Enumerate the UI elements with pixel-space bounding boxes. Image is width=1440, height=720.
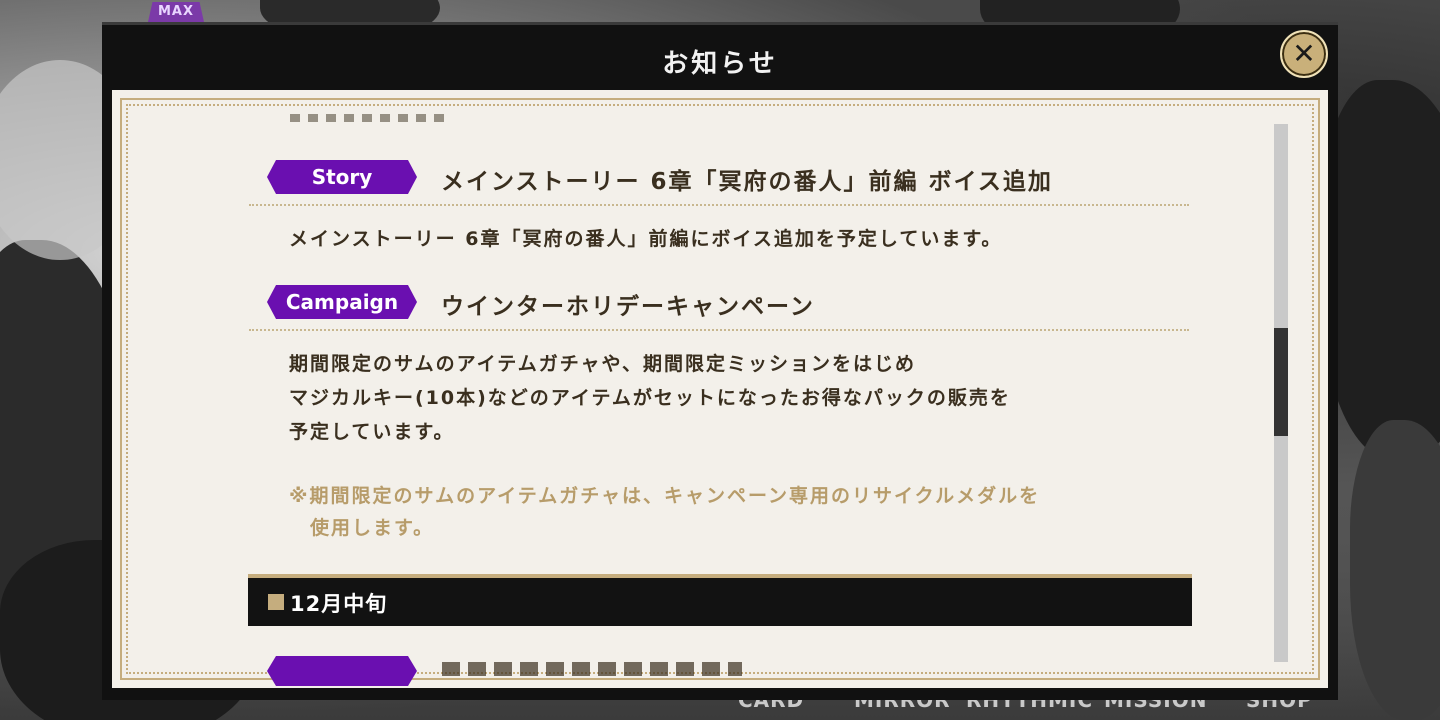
notice-title: メインストーリー 6章「冥府の番人」前編 ボイス追加 <box>441 169 1053 195</box>
close-button[interactable]: ✕ <box>1280 30 1328 78</box>
tag-badge <box>267 656 417 686</box>
max-badge: MAX <box>148 2 204 22</box>
tag-campaign-badge: Campaign <box>267 285 417 319</box>
notice-note-line: ※期間限定のサムのアイテムガチャは、キャンペーン専用のリサイクルメダルを <box>289 485 1041 507</box>
notice-paper[interactable]: Story メインストーリー 6章「冥府の番人」前編 ボイス追加 メインストーリ… <box>112 90 1328 688</box>
tag-story-badge: Story <box>267 160 417 194</box>
section-label: 12月中旬 <box>290 592 388 616</box>
notice-note-line: 使用します。 <box>289 517 435 539</box>
date-section-header: 12月中旬 <box>248 574 1192 626</box>
scrollbar-track[interactable] <box>1274 124 1288 662</box>
notice-panel: Story メインストーリー 6章「冥府の番人」前編 ボイス追加 メインストーリ… <box>102 88 1338 700</box>
dotted-divider <box>249 329 1189 331</box>
notice-body-line: 期間限定のサムのアイテムガチャや、期間限定ミッションをはじめ <box>289 353 916 375</box>
scrollbar-thumb[interactable] <box>1274 328 1288 436</box>
cut-off-text <box>290 114 450 122</box>
notice-body-line: 予定しています。 <box>289 421 455 443</box>
cut-off-title <box>442 662 742 676</box>
close-x-icon: ✕ <box>1292 37 1316 70</box>
notice-title: ウインターホリデーキャンペーン <box>441 294 815 320</box>
notice-body-line: メインストーリー 6章「冥府の番人」前編にボイス追加を予定しています。 <box>289 228 1003 250</box>
square-bullet-icon <box>268 594 284 610</box>
notice-dialog-header: お知らせ <box>102 22 1338 91</box>
dotted-divider <box>249 204 1189 206</box>
dialog-title: お知らせ <box>662 49 778 79</box>
notice-body-line: マジカルキー(10本)などのアイテムがセットになったお得なパックの販売を <box>289 387 1011 409</box>
